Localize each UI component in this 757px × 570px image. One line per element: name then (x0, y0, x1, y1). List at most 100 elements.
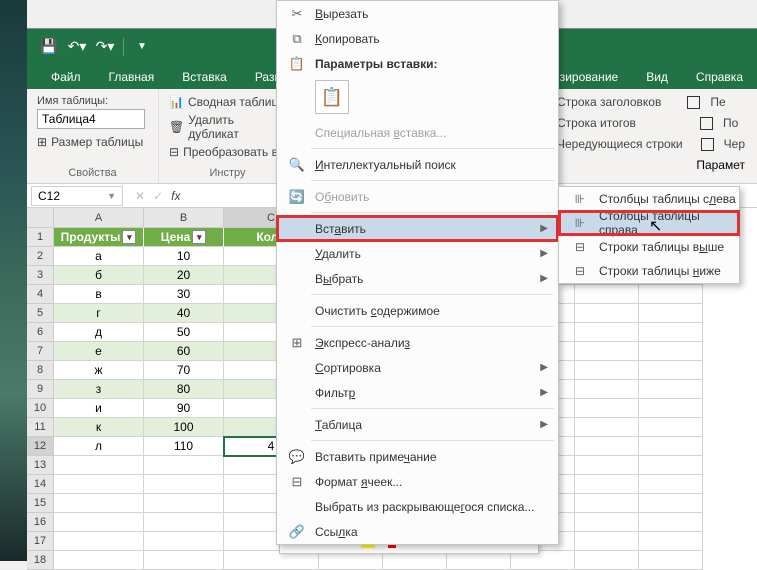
banded-cols-checkbox[interactable] (701, 138, 714, 151)
table-header-products[interactable]: Продукты▾ (54, 228, 144, 247)
menu-quick-analysis[interactable]: ⊞Экспресс-анализ (277, 330, 558, 355)
row-head-16[interactable]: 16 (27, 513, 54, 532)
col-head-a[interactable]: A (54, 208, 144, 228)
cell[interactable]: 80 (144, 380, 224, 399)
cell[interactable] (639, 494, 703, 513)
cell[interactable] (54, 475, 144, 494)
row-head-12[interactable]: 12 (27, 437, 54, 456)
cell[interactable]: а (54, 247, 144, 266)
menu-clear[interactable]: Очистить содержимое (277, 298, 558, 323)
resize-table-button[interactable]: Размер таблицы (51, 135, 143, 149)
cell[interactable]: ж (54, 361, 144, 380)
row-head-15[interactable]: 15 (27, 494, 54, 513)
cell[interactable] (639, 532, 703, 551)
menu-insert-comment[interactable]: 💬Вставить примечание (277, 444, 558, 469)
save-icon[interactable]: 💾 (35, 33, 63, 61)
cell[interactable]: 10 (144, 247, 224, 266)
tab-insert[interactable]: Вставка (168, 65, 241, 89)
tab-home[interactable]: Главная (95, 65, 169, 89)
submenu-rows-below[interactable]: ⊟Строки таблицы ниже (559, 259, 739, 283)
row-head-10[interactable]: 10 (27, 399, 54, 418)
menu-copy[interactable]: ⧉Копировать (277, 26, 558, 51)
cell[interactable] (144, 532, 224, 551)
menu-format-cells[interactable]: ⊟Формат ячеек... (277, 469, 558, 494)
cell[interactable] (144, 475, 224, 494)
cell[interactable]: 100 (144, 418, 224, 437)
cell[interactable] (575, 418, 639, 437)
tab-file[interactable]: Файл (37, 65, 95, 89)
cell[interactable] (575, 323, 639, 342)
cell[interactable] (575, 304, 639, 323)
tab-help[interactable]: Справка (682, 65, 757, 89)
row-head-7[interactable]: 7 (27, 342, 54, 361)
cell[interactable]: в (54, 285, 144, 304)
cell[interactable]: 90 (144, 399, 224, 418)
select-all-corner[interactable] (27, 208, 54, 228)
cell[interactable] (575, 361, 639, 380)
pivot-button[interactable]: Сводная таблица (188, 95, 285, 109)
cell[interactable] (639, 513, 703, 532)
menu-link[interactable]: 🔗Ссылка (277, 519, 558, 544)
cell[interactable]: е (54, 342, 144, 361)
row-head-6[interactable]: 6 (27, 323, 54, 342)
cell[interactable] (639, 285, 703, 304)
tablename-input[interactable] (37, 109, 145, 129)
fx-icon[interactable]: fx (171, 189, 180, 203)
row-head-9[interactable]: 9 (27, 380, 54, 399)
cell[interactable] (144, 513, 224, 532)
cell[interactable] (144, 494, 224, 513)
table-header-price[interactable]: Цена▾ (144, 228, 224, 247)
row-head-3[interactable]: 3 (27, 266, 54, 285)
cell[interactable] (639, 304, 703, 323)
cell[interactable] (639, 342, 703, 361)
menu-cut[interactable]: ✂Вырезать (277, 1, 558, 26)
submenu-cols-left[interactable]: ⊪Столбцы таблицы слева (559, 187, 739, 211)
paste-option-button[interactable]: 📋 (315, 80, 349, 114)
cancel-icon[interactable]: ✕ (135, 189, 145, 203)
cell[interactable] (575, 285, 639, 304)
menu-smart-lookup[interactable]: 🔍Интеллектуальный поиск (277, 152, 558, 177)
cell[interactable] (575, 513, 639, 532)
last-col-checkbox[interactable] (700, 117, 713, 130)
cell[interactable] (54, 456, 144, 475)
row-head-4[interactable]: 4 (27, 285, 54, 304)
convert-button[interactable]: Преобразовать в (183, 145, 278, 159)
cell[interactable] (575, 494, 639, 513)
cell[interactable] (639, 361, 703, 380)
cell[interactable]: л (54, 437, 144, 456)
cell[interactable] (639, 380, 703, 399)
name-box[interactable]: C12▼ (31, 186, 123, 206)
row-head-5[interactable]: 5 (27, 304, 54, 323)
qat-customize-icon[interactable]: ▼ (128, 33, 156, 61)
menu-sort[interactable]: Сортировка▶ (277, 355, 558, 380)
cell[interactable]: б (54, 266, 144, 285)
cell[interactable] (54, 494, 144, 513)
submenu-cols-right[interactable]: ⊪Столбцы таблицы справа (559, 211, 739, 235)
cell[interactable]: 50 (144, 323, 224, 342)
cell[interactable] (575, 475, 639, 494)
submenu-rows-above[interactable]: ⊟Строки таблицы выше (559, 235, 739, 259)
cell[interactable] (639, 418, 703, 437)
tab-view[interactable]: Вид (632, 65, 682, 89)
filter-dropdown-icon[interactable]: ▾ (122, 230, 136, 244)
row-head-13[interactable]: 13 (27, 456, 54, 475)
cell[interactable]: 70 (144, 361, 224, 380)
row-head-11[interactable]: 11 (27, 418, 54, 437)
cell[interactable] (639, 399, 703, 418)
cell[interactable] (575, 437, 639, 456)
cell[interactable]: 20 (144, 266, 224, 285)
row-head-17[interactable]: 17 (27, 532, 54, 551)
menu-delete[interactable]: Удалить▶ (277, 241, 558, 266)
filter-dropdown-icon[interactable]: ▾ (192, 230, 206, 244)
col-head-b[interactable]: B (144, 208, 224, 228)
enter-icon[interactable]: ✓ (153, 189, 163, 203)
row-head-8[interactable]: 8 (27, 361, 54, 380)
cell[interactable] (575, 342, 639, 361)
cell[interactable]: 30 (144, 285, 224, 304)
menu-insert[interactable]: Вставить▶ (277, 216, 558, 241)
undo-icon[interactable]: ↶▾ (63, 33, 91, 61)
cell[interactable]: 40 (144, 304, 224, 323)
menu-select[interactable]: Выбрать▶ (277, 266, 558, 291)
cell[interactable]: 60 (144, 342, 224, 361)
cell[interactable] (639, 437, 703, 456)
